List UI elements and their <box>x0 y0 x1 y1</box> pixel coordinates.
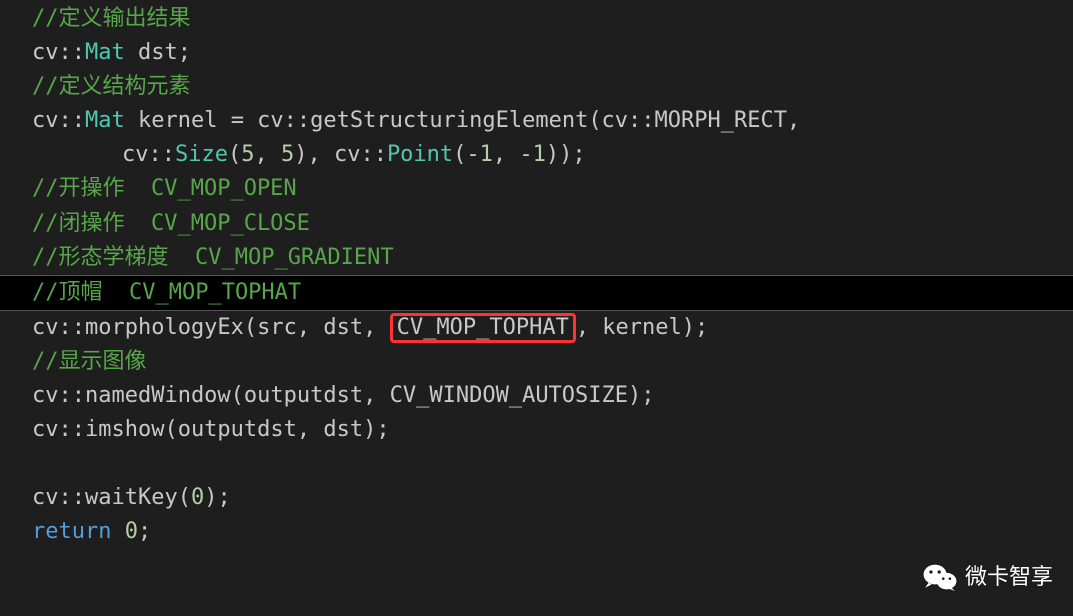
number-literal: 0 <box>191 485 204 510</box>
type-mat: Mat <box>85 40 125 65</box>
code-text: cv::waitKey( <box>32 485 191 510</box>
semicolon: ; <box>138 519 151 544</box>
code-text: cv::morphologyEx(src, dst, <box>32 315 390 340</box>
watermark-text: 微卡智享 <box>965 560 1053 594</box>
code-line-8: //形态学梯度 CV_MOP_GRADIENT <box>32 241 1073 275</box>
number-literal: 1 <box>533 142 546 167</box>
paren: ( <box>228 142 241 167</box>
type-mat: Mat <box>85 108 125 133</box>
namespace: cv:: <box>32 40 85 65</box>
code-line-10: cv::morphologyEx(src, dst, CV_MOP_TOPHAT… <box>32 311 1073 345</box>
code-line-11: //显示图像 <box>32 345 1073 379</box>
code-text: cv::imshow(outputdst, dst); <box>32 417 390 442</box>
number-literal: 1 <box>480 142 493 167</box>
type-point: Point <box>387 142 453 167</box>
code-line-12: cv::namedWindow(outputdst, CV_WINDOW_AUT… <box>32 379 1073 413</box>
code-line-6: //开操作 CV_MOP_OPEN <box>32 172 1073 206</box>
comma: , <box>254 142 281 167</box>
code-line-1: //定义输出结果 <box>32 2 1073 36</box>
comment-text: //显示图像 <box>32 349 147 374</box>
wechat-icon <box>923 563 957 591</box>
comment-text: //顶帽 CV_MOP_TOPHAT <box>32 280 301 305</box>
code-text: ), cv:: <box>294 142 387 167</box>
comma: , - <box>493 142 533 167</box>
comment-text: //开操作 CV_MOP_OPEN <box>32 176 297 201</box>
code-text: kernel = cv::getStructuringElement(cv::M… <box>125 108 801 133</box>
comment-text: //定义结构元素 <box>32 74 191 99</box>
code-text: cv::namedWindow(outputdst, CV_WINDOW_AUT… <box>32 383 655 408</box>
comment-text: //定义输出结果 <box>32 6 191 31</box>
code-text: , kernel); <box>576 315 708 340</box>
highlighted-constant-box: CV_MOP_TOPHAT <box>390 313 576 343</box>
code-line-15: return 0; <box>32 515 1073 549</box>
number-literal: 5 <box>241 142 254 167</box>
keyword-return: return <box>32 519 111 544</box>
number-literal: 5 <box>281 142 294 167</box>
space <box>111 519 124 544</box>
code-line-7: //闭操作 CV_MOP_CLOSE <box>32 207 1073 241</box>
code-text: ); <box>204 485 231 510</box>
comment-text: //闭操作 CV_MOP_CLOSE <box>32 211 310 236</box>
comment-text: //形态学梯度 CV_MOP_GRADIENT <box>32 245 394 270</box>
highlighted-constant: CV_MOP_TOPHAT <box>397 315 569 340</box>
code-line-3: //定义结构元素 <box>32 70 1073 104</box>
code-line-2: cv::Mat dst; <box>32 36 1073 70</box>
code-text: )); <box>546 142 586 167</box>
namespace: cv:: <box>32 108 85 133</box>
code-line-13: cv::imshow(outputdst, dst); <box>32 413 1073 447</box>
code-line-5: cv::Size(5, 5), cv::Point(-1, -1)); <box>32 138 1073 172</box>
namespace: cv:: <box>122 142 175 167</box>
paren: (- <box>453 142 480 167</box>
code-text: dst; <box>125 40 191 65</box>
type-size: Size <box>175 142 228 167</box>
code-line-blank <box>32 447 1073 481</box>
code-line-4: cv::Mat kernel = cv::getStructuringEleme… <box>32 104 1073 138</box>
number-literal: 0 <box>125 519 138 544</box>
code-line-9-highlighted: //顶帽 CV_MOP_TOPHAT <box>0 275 1073 311</box>
watermark: 微卡智享 <box>923 560 1053 594</box>
code-line-14: cv::waitKey(0); <box>32 481 1073 515</box>
